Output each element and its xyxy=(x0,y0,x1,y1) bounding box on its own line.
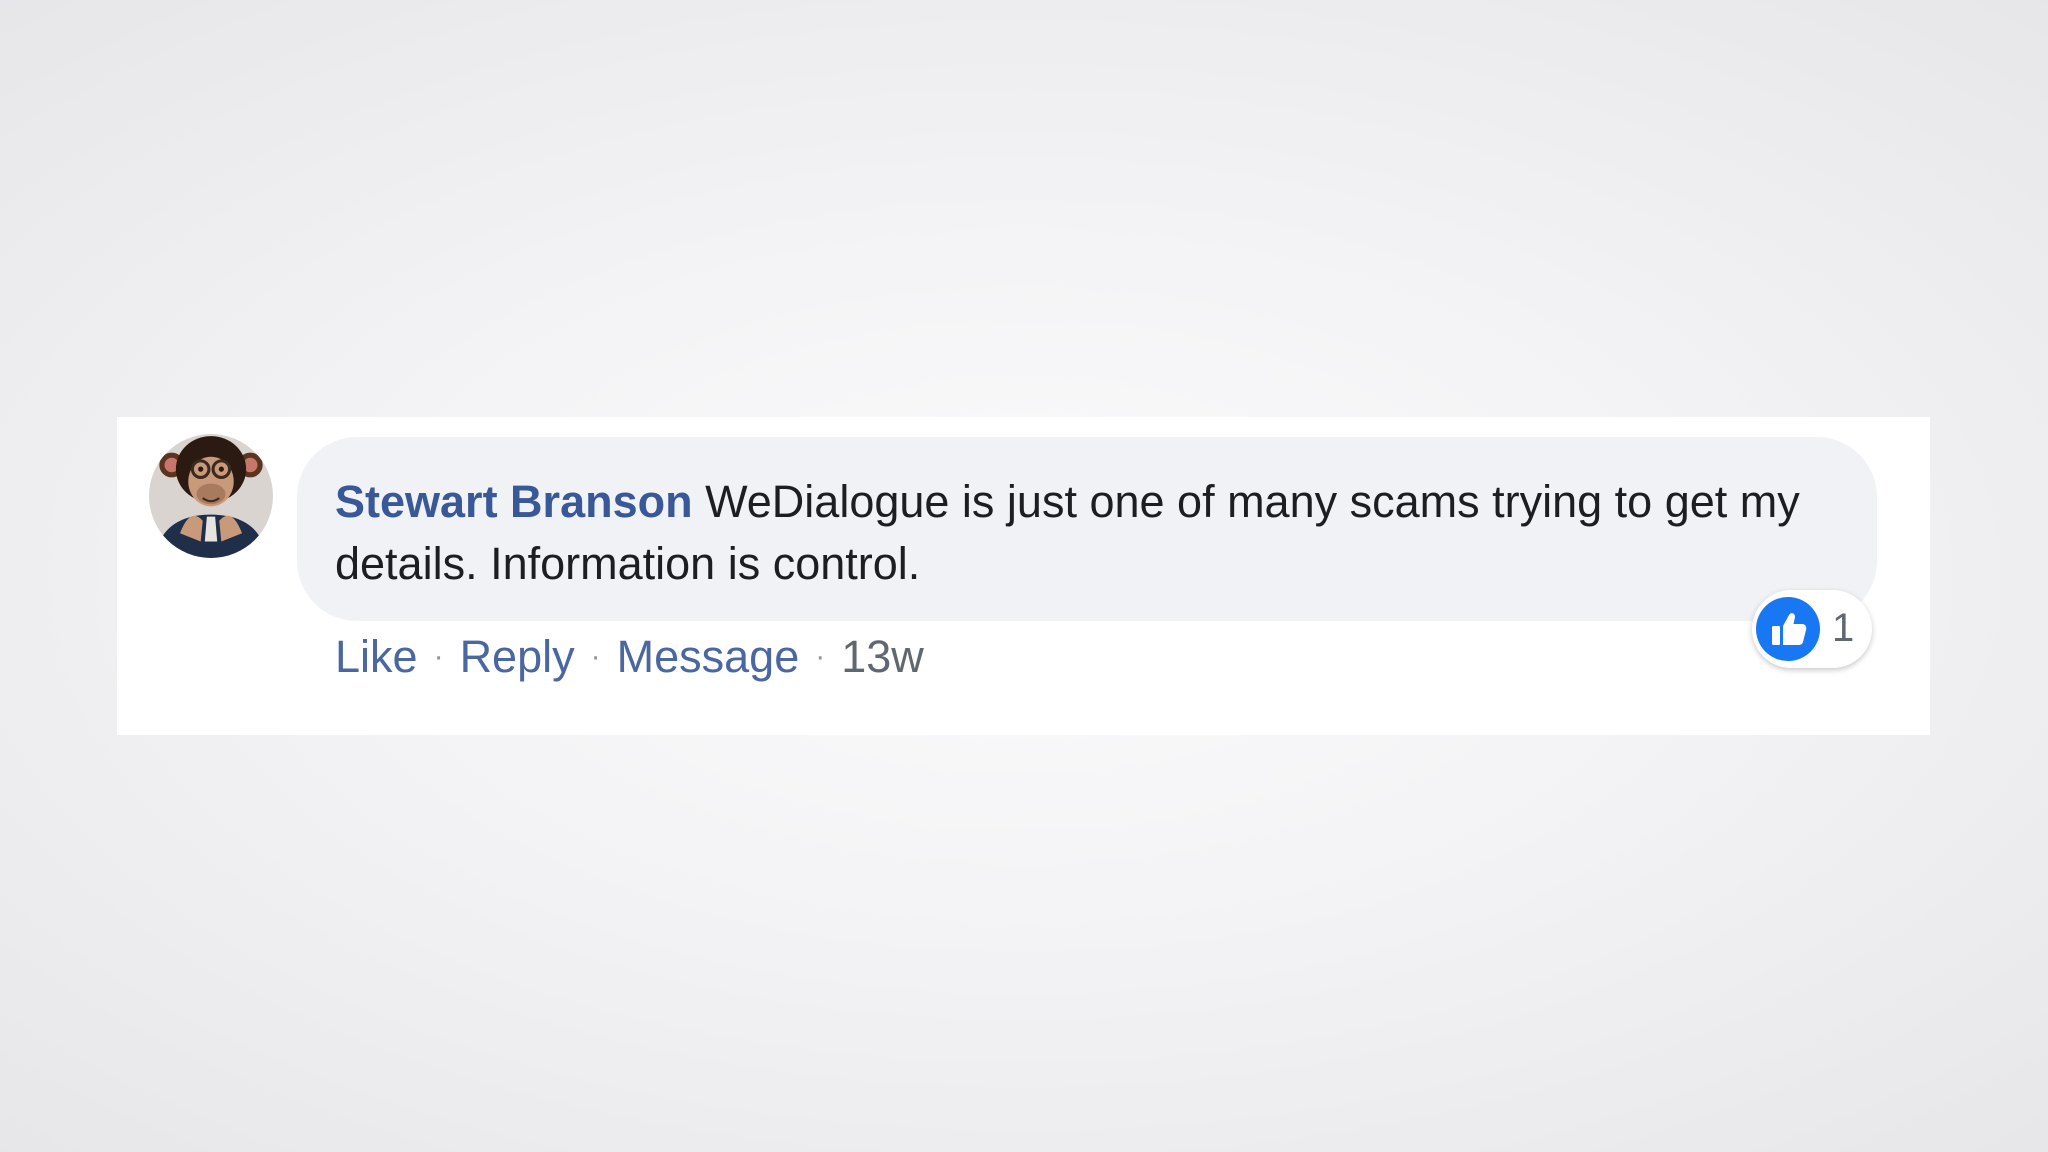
like-link[interactable]: Like xyxy=(335,631,418,682)
comment-actions: Like · Reply · Message · 13w xyxy=(335,629,924,691)
comment-card: Stewart Branson WeDialogue is just one o… xyxy=(117,417,1930,735)
reaction-summary[interactable]: 1 xyxy=(1752,590,1872,668)
message-link[interactable]: Message xyxy=(617,631,800,682)
reply-link[interactable]: Reply xyxy=(460,631,575,682)
action-separator: · xyxy=(433,640,444,673)
thumbs-up-icon xyxy=(1756,597,1820,661)
avatar[interactable] xyxy=(149,434,273,558)
action-separator: · xyxy=(590,640,601,673)
comment-bubble: Stewart Branson WeDialogue is just one o… xyxy=(297,437,1877,621)
comment-timestamp[interactable]: 13w xyxy=(841,631,924,682)
comment-author-link[interactable]: Stewart Branson xyxy=(335,476,693,527)
reaction-count: 1 xyxy=(1832,606,1855,650)
action-separator: · xyxy=(815,640,826,673)
chimpanzee-avatar-icon xyxy=(149,434,273,558)
